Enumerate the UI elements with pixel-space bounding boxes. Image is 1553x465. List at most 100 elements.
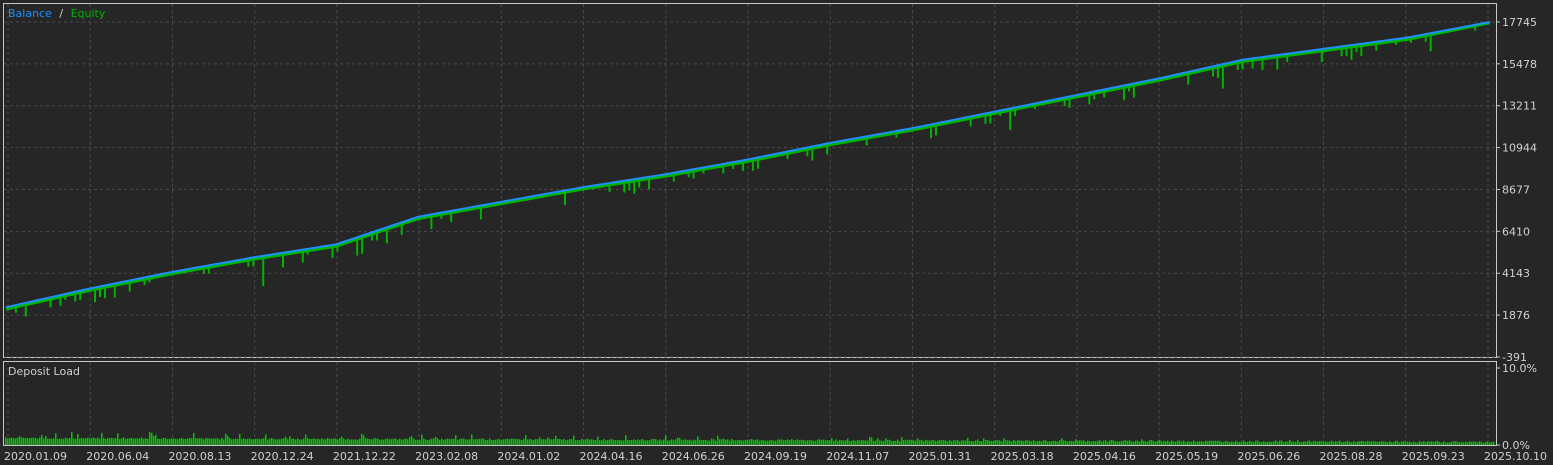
deposit-bar	[1055, 440, 1057, 445]
deposit-bar	[177, 439, 179, 445]
deposit-bar	[411, 436, 413, 445]
deposit-bar	[1281, 440, 1283, 445]
deposit-bar	[5, 437, 7, 445]
deposit-bar	[65, 437, 67, 445]
deposit-bar	[1287, 441, 1289, 445]
deposit-bar	[1181, 441, 1183, 445]
deposit-bar	[1301, 442, 1303, 445]
deposit-bar	[761, 440, 763, 445]
deposit-bar	[1403, 441, 1405, 445]
deposit-bar	[145, 438, 147, 445]
deposit-bar	[1341, 442, 1343, 445]
deposit-bar	[1475, 441, 1477, 445]
deposit-bar	[1359, 441, 1361, 445]
deposit-bar	[181, 437, 183, 445]
deposit-bar	[1201, 441, 1203, 445]
deposit-bar	[587, 438, 589, 445]
deposit-bar	[1223, 441, 1225, 445]
deposit-bar	[97, 437, 99, 445]
deposit-bar	[849, 440, 851, 445]
deposit-bar	[467, 439, 469, 445]
deposit-y-tick-label: 10.0%	[1502, 362, 1537, 375]
deposit-bar	[281, 438, 283, 445]
deposit-bar	[427, 439, 429, 445]
deposit-bar	[1451, 441, 1453, 445]
deposit-bar	[23, 437, 25, 445]
deposit-bar	[109, 438, 111, 445]
deposit-bar	[669, 440, 671, 445]
deposit-bar	[291, 438, 293, 445]
deposit-bar	[1343, 441, 1345, 445]
deposit-bar	[235, 438, 237, 445]
deposit-bar	[393, 438, 395, 445]
deposit-bar	[953, 440, 955, 445]
deposit-bar	[507, 438, 509, 445]
deposit-bar	[1219, 440, 1221, 445]
deposit-bar	[905, 440, 907, 445]
deposit-bar	[791, 439, 793, 445]
x-tick-label: 2024.09.19	[744, 450, 807, 463]
deposit-bar	[1297, 440, 1299, 445]
deposit-bar	[257, 438, 259, 445]
deposit-bar	[923, 441, 925, 445]
deposit-bar	[1319, 441, 1321, 445]
deposit-bar	[373, 438, 375, 445]
deposit-bar	[871, 437, 873, 445]
deposit-bar	[1285, 441, 1287, 445]
deposit-bar	[737, 440, 739, 445]
deposit-bar	[19, 436, 21, 445]
deposit-bar	[829, 440, 831, 445]
deposit-bar	[879, 440, 881, 445]
deposit-bar	[249, 438, 251, 445]
deposit-bar	[1409, 441, 1411, 445]
deposit-bar	[1119, 441, 1121, 445]
deposit-bar	[1185, 441, 1187, 445]
deposit-bar	[247, 438, 249, 445]
deposit-bar	[231, 439, 233, 445]
deposit-bar	[1153, 441, 1155, 445]
deposit-bar	[747, 439, 749, 445]
deposit-bar	[81, 437, 83, 445]
deposit-bar	[1271, 442, 1273, 445]
deposit-bar	[1205, 440, 1207, 445]
deposit-bar	[21, 437, 23, 445]
deposit-bar	[33, 437, 35, 445]
deposit-bar	[521, 440, 523, 445]
deposit-bar	[931, 440, 933, 445]
deposit-bar	[1339, 440, 1341, 445]
deposit-bar	[1487, 441, 1489, 445]
deposit-bar	[1129, 440, 1131, 445]
deposit-bar	[751, 439, 753, 445]
deposit-bar	[489, 438, 491, 445]
main-y-tick-label: 6410	[1502, 225, 1530, 238]
deposit-bar	[1307, 440, 1309, 445]
deposit-bar	[1467, 442, 1469, 445]
deposit-bar	[271, 438, 273, 445]
deposit-bar	[1211, 440, 1213, 445]
deposit-bar	[1295, 441, 1297, 445]
deposit-bar	[1079, 440, 1081, 445]
deposit-bar	[859, 440, 861, 445]
deposit-bar	[1383, 441, 1385, 445]
deposit-bar	[477, 439, 479, 445]
deposit-bar	[863, 440, 865, 445]
deposit-bar	[269, 438, 271, 445]
deposit-bar	[689, 439, 691, 445]
deposit-bar	[445, 439, 447, 445]
deposit-bar	[335, 438, 337, 445]
deposit-bar	[139, 438, 141, 445]
deposit-bar	[831, 438, 833, 445]
deposit-bar	[891, 441, 893, 445]
deposit-bar	[55, 433, 57, 445]
deposit-bar	[153, 436, 155, 445]
deposit-bar	[1291, 441, 1293, 445]
deposit-bar	[1235, 440, 1237, 445]
deposit-bar	[317, 438, 319, 445]
deposit-bar	[1089, 441, 1091, 445]
deposit-bar	[799, 440, 801, 445]
deposit-bar	[661, 440, 663, 445]
deposit-bar	[795, 440, 797, 445]
deposit-bar	[999, 440, 1001, 445]
deposit-bar	[201, 438, 203, 445]
deposit-bar	[39, 437, 41, 445]
